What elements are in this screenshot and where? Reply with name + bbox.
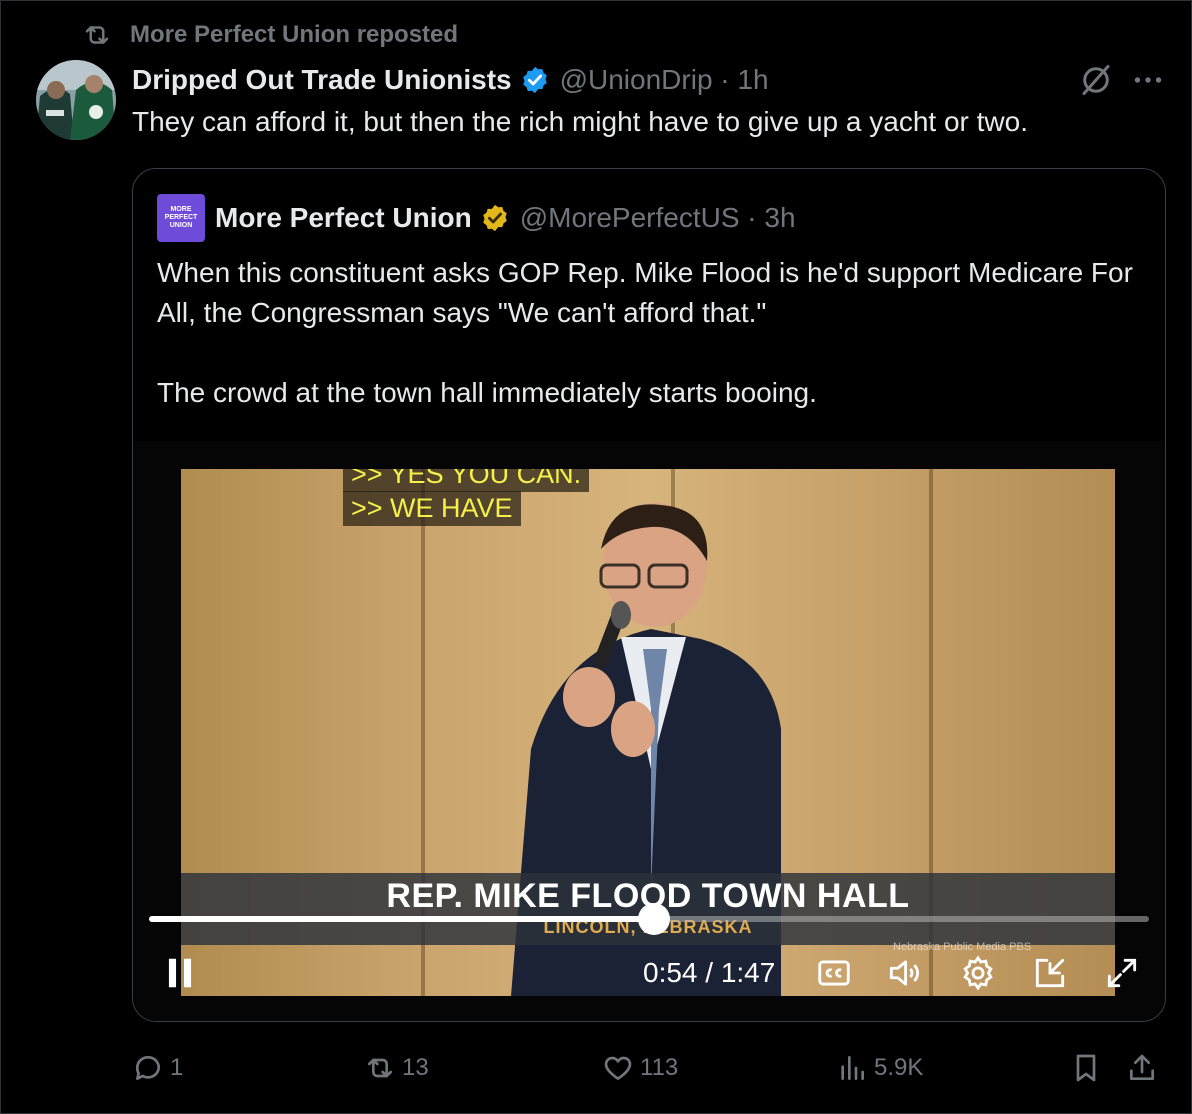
video-progress-fill	[149, 916, 654, 922]
share-button[interactable]	[1126, 1048, 1164, 1088]
author-handle-time[interactable]: @UnionDrip · 1h	[560, 64, 769, 96]
volume-icon	[889, 960, 919, 986]
verified-blue-icon[interactable]	[520, 65, 550, 95]
analytics-icon	[841, 1056, 864, 1080]
volume-button[interactable]	[885, 953, 923, 993]
bookmark-button[interactable]	[1070, 1048, 1108, 1088]
more-perfect-union-logo[interactable]: MORE PERFECT UNION	[157, 194, 205, 242]
more-options-icon[interactable]	[1130, 62, 1166, 98]
reply-count: 1	[170, 1054, 184, 1081]
time-display: 0:54 / 1:47	[643, 953, 775, 993]
repost-label: More Perfect Union reposted	[130, 21, 459, 48]
pause-button[interactable]	[161, 953, 199, 993]
post-text: They can afford it, but then the rich mi…	[132, 106, 1028, 137]
captions-button[interactable]	[815, 953, 853, 993]
author-avatar[interactable]	[36, 60, 116, 140]
avatar-image	[36, 60, 116, 140]
broadcaster-watermark: Nebraska Public Media PBS	[893, 941, 1032, 953]
video-time: 0:54 / 1:47	[643, 957, 776, 988]
like-count: 113	[640, 1054, 679, 1081]
video-progress-bar[interactable]	[149, 903, 1149, 935]
settings-button[interactable]	[959, 953, 997, 993]
repost-button[interactable]: 13	[364, 1048, 429, 1088]
repost-indicator[interactable]: More Perfect Union reposted	[82, 20, 458, 50]
fullscreen-button[interactable]	[1103, 953, 1141, 993]
logo-line: UNION	[169, 222, 193, 229]
closed-caption-line: >> YES YOU CAN.	[343, 469, 590, 492]
picture-in-picture-button[interactable]	[1031, 953, 1069, 993]
quoted-post[interactable]: MORE PERFECT UNION More Perfect Union @M…	[132, 168, 1166, 1022]
quoted-post-header: MORE PERFECT UNION More Perfect Union @M…	[157, 193, 796, 243]
share-icon	[1130, 1054, 1154, 1080]
gear-icon	[963, 955, 993, 991]
quoted-author-handle-time[interactable]: @MorePerfectUS · 3h	[520, 202, 796, 234]
expand-icon	[1107, 958, 1137, 988]
logo-line: PERFECT	[164, 214, 198, 221]
views-button[interactable]: 5.9K	[836, 1048, 923, 1088]
video-player[interactable]: >> YES YOU CAN. >> WE HAVE REP. MIKE FLO…	[133, 441, 1165, 1021]
view-count: 5.9K	[874, 1054, 924, 1081]
video-scrubber-handle[interactable]	[638, 903, 670, 935]
verified-gold-icon[interactable]	[480, 203, 510, 233]
quoted-author-name[interactable]: More Perfect Union	[215, 202, 472, 234]
bookmark-icon	[1076, 1054, 1096, 1082]
repost-icon	[368, 1058, 392, 1078]
like-button[interactable]: 113	[602, 1048, 678, 1088]
reply-icon	[135, 1056, 160, 1080]
closed-caption-line: >> WE HAVE	[343, 491, 521, 526]
repost-count: 13	[402, 1054, 429, 1081]
heart-icon	[604, 1056, 632, 1080]
post-actions: 1 13 113 5.9K	[132, 1048, 1164, 1088]
reply-button[interactable]: 1	[132, 1048, 183, 1088]
grok-icon[interactable]	[1078, 62, 1114, 98]
quoted-post-text: When this constituent asks GOP Rep. Mike…	[157, 257, 1133, 408]
post-header: Dripped Out Trade Unionists @UnionDrip ·…	[132, 62, 769, 98]
pause-icon	[168, 958, 192, 988]
logo-line: MORE	[170, 206, 192, 213]
captions-icon	[818, 960, 850, 986]
repost-icon	[85, 26, 109, 44]
dock-icon	[1035, 958, 1065, 988]
author-name[interactable]: Dripped Out Trade Unionists	[132, 64, 512, 96]
